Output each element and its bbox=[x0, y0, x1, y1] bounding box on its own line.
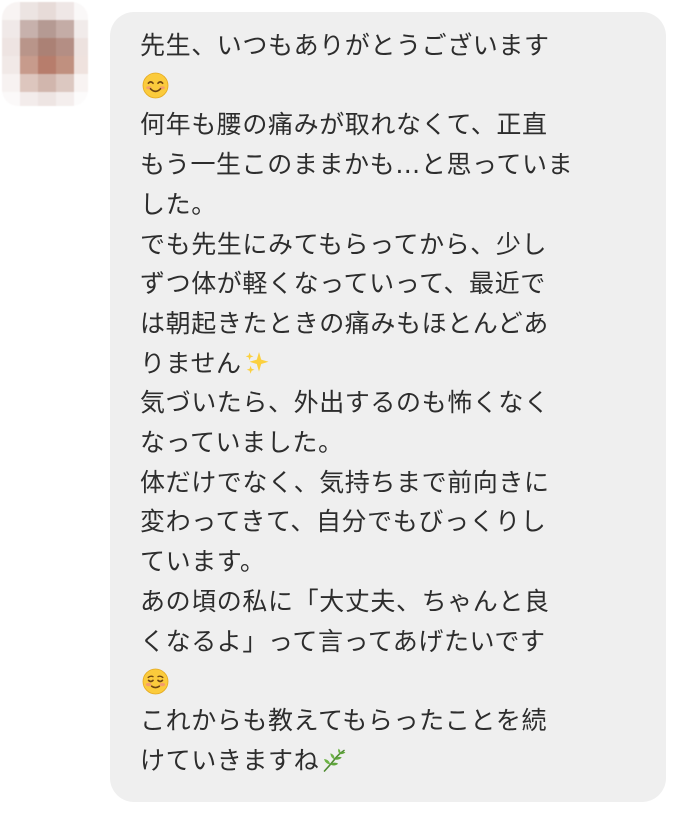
message-line bbox=[140, 661, 640, 701]
herb-icon bbox=[321, 748, 347, 774]
message-line: 気づいたら、外出するのも怖くなく bbox=[140, 388, 550, 418]
message-line: ています。 bbox=[140, 547, 266, 577]
message-line: ずつ体が軽くなっていって、最近で bbox=[140, 269, 546, 299]
message-line: 体だけでなく、気持ちまで前向きに bbox=[140, 467, 550, 497]
message-line: した。 bbox=[140, 189, 217, 219]
message-line: は朝起きたときの痛みもほとんどあ bbox=[140, 308, 549, 338]
smiling-face-icon bbox=[142, 72, 169, 99]
message-line bbox=[140, 66, 640, 106]
message-line: あの頃の私に「大丈夫、ちゃんと良 bbox=[140, 586, 550, 616]
message-line: りません bbox=[140, 344, 640, 384]
sparkles-icon bbox=[244, 350, 270, 376]
message-line: けていきますね bbox=[140, 741, 640, 781]
message-line: なっていました。 bbox=[140, 428, 344, 458]
avatar[interactable] bbox=[2, 2, 88, 106]
message-line: もう一生このままかも…と思っていま bbox=[140, 150, 574, 180]
message-line: くなるよ」って言ってあげたいです bbox=[140, 626, 546, 656]
message-line: 先生、いつもありがとうございます bbox=[140, 31, 550, 60]
relieved-smiling-face-icon bbox=[142, 668, 169, 695]
message-line: 変わってきて、自分でもびっくりし bbox=[140, 507, 547, 537]
message-text: 先生、いつもありがとうございます 何年も腰の痛みが取れなくて、正直 もう一生この… bbox=[140, 26, 640, 780]
message-line: でも先生にみてもらってから、少し bbox=[140, 229, 548, 259]
message-line: 何年も腰の痛みが取れなくて、正直 bbox=[140, 110, 548, 140]
message-bubble[interactable]: 先生、いつもありがとうございます 何年も腰の痛みが取れなくて、正直 もう一生この… bbox=[110, 12, 666, 802]
message-line: これからも教えてもらったことを続 bbox=[140, 705, 548, 735]
